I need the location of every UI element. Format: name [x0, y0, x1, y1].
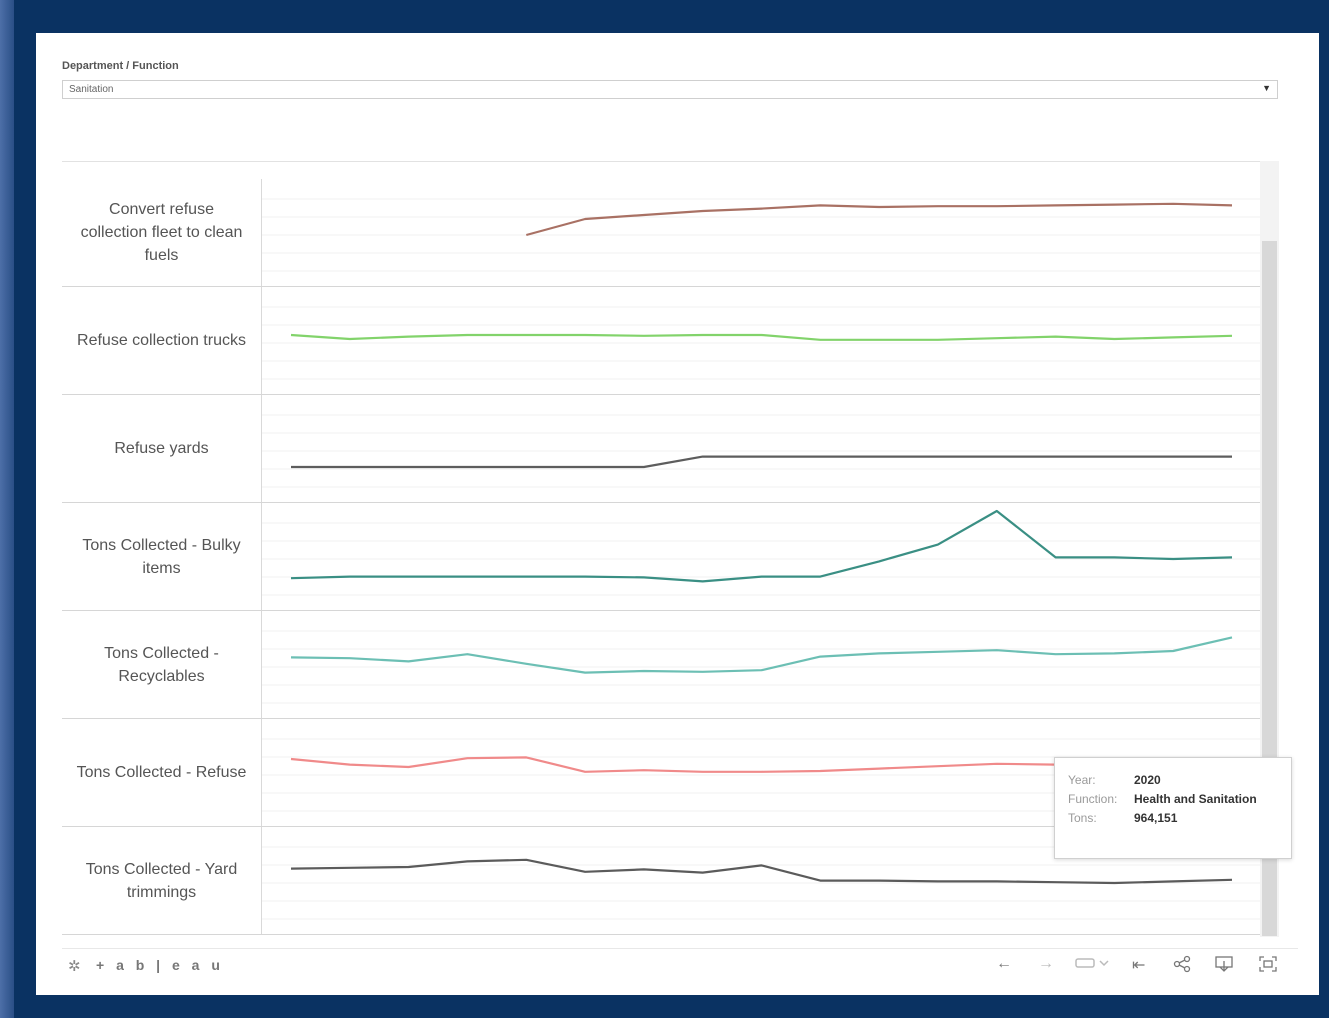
page-left-strip	[0, 0, 14, 1018]
row-header: Convert refuse collection fleet to clean…	[62, 179, 262, 286]
row-label: Refuse collection trucks	[77, 332, 246, 349]
tooltip: Year: 2020 Function: Health and Sanitation…	[1054, 757, 1292, 859]
tableau-toolbar: ✲ + a b | e a u ← → ⇤	[62, 948, 1298, 979]
series-line[interactable]	[290, 333, 1233, 341]
row-pane[interactable]	[262, 611, 1260, 718]
row-pane[interactable]	[262, 287, 1260, 394]
chart-row: Refuse collection trucks	[62, 287, 1260, 395]
row-label: Tons Collected - Recyclables	[104, 644, 219, 685]
tooltip-key: Year:	[1068, 773, 1096, 787]
tooltip-tons: Tons: 964,151	[1068, 811, 1177, 827]
series-line[interactable]	[290, 509, 1233, 583]
series-line[interactable]	[526, 202, 1233, 237]
tableau-logo-text: + a b | e a u	[96, 957, 224, 973]
row-header: Refuse yards	[62, 395, 262, 502]
series-line[interactable]	[290, 858, 1233, 885]
row-header: Tons Collected - Bulky items	[62, 503, 262, 610]
row-pane[interactable]	[262, 395, 1260, 502]
tableau-viz-frame: Department / Function Sanitation ▼ Conve…	[36, 33, 1319, 995]
tooltip-key: Tons:	[1068, 811, 1097, 825]
series-line[interactable]	[291, 455, 1232, 469]
row-header: Refuse collection trucks	[62, 287, 262, 394]
chevron-down-icon: ▼	[1262, 83, 1271, 93]
redo-button[interactable]: →	[1038, 955, 1054, 975]
filter-label: Department / Function	[62, 60, 179, 72]
row-label: Tons Collected - Refuse	[76, 764, 247, 781]
row-pane[interactable]	[262, 503, 1260, 610]
department-function-dropdown[interactable]: Sanitation ▼	[62, 80, 1278, 99]
row-label: Tons Collected - Yard trimmings	[85, 860, 238, 901]
chart-row: Refuse yards	[62, 395, 1260, 503]
dropdown-selected-value: Sanitation	[69, 84, 114, 95]
download-icon[interactable]	[1214, 955, 1234, 975]
row-label: Tons Collected - Bulky items	[82, 536, 241, 577]
replay-icon[interactable]	[1074, 955, 1110, 975]
row-header: Tons Collected - Refuse	[62, 719, 262, 826]
tooltip-function: Function: Health and Sanitation	[1068, 792, 1257, 808]
row-header: Tons Collected - Recyclables	[62, 611, 262, 718]
row-label: Convert refuse collection fleet to clean…	[80, 201, 243, 264]
chart-row: Convert refuse collection fleet to clean…	[62, 179, 1260, 287]
tooltip-year: Year: 2020	[1068, 773, 1161, 789]
tooltip-value: Health and Sanitation	[1134, 792, 1257, 806]
undo-button[interactable]: ←	[996, 955, 1012, 975]
row-label: Refuse yards	[114, 440, 209, 457]
revert-button[interactable]: ⇤	[1132, 955, 1145, 975]
chart-row: Tons Collected - Bulky items	[62, 503, 1260, 611]
share-icon[interactable]	[1172, 955, 1192, 975]
tooltip-value: 2020	[1134, 773, 1161, 787]
tooltip-value: 964,151	[1134, 811, 1178, 825]
chart-row: Tons Collected - Recyclables	[62, 611, 1260, 719]
tableau-logo-icon: ✲	[68, 958, 81, 975]
row-header: Tons Collected - Yard trimmings	[62, 827, 262, 934]
row-pane[interactable]	[262, 179, 1260, 286]
tooltip-key: Function:	[1068, 792, 1118, 806]
fullscreen-icon[interactable]	[1258, 955, 1278, 975]
